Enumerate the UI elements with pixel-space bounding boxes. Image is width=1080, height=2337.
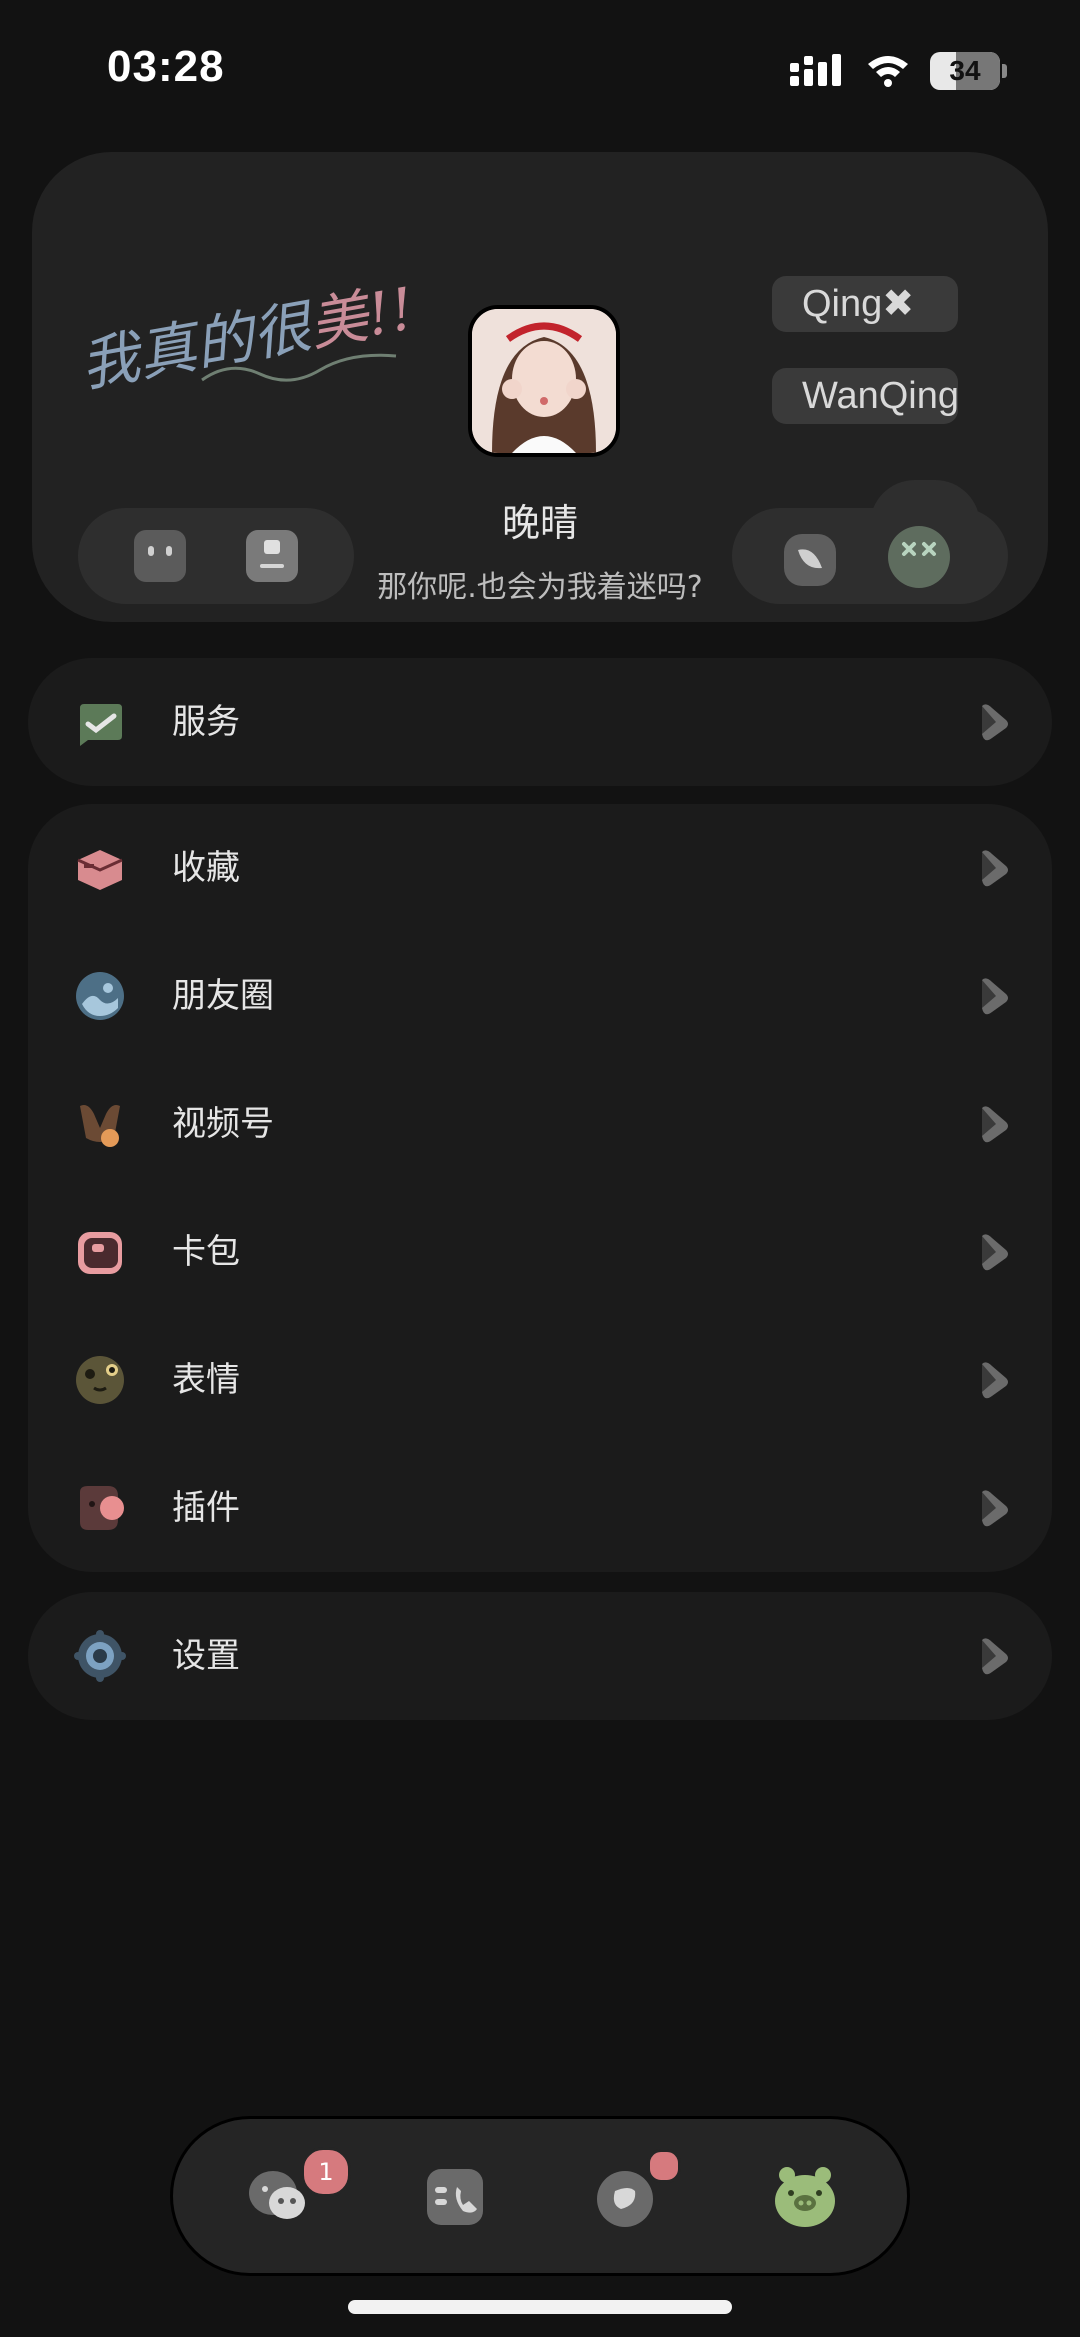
menu-item-label: 朋友圈 <box>172 976 274 1016</box>
box-icon <box>77 850 123 890</box>
cellular-signal-icon <box>790 54 841 86</box>
emoji-face-icon <box>76 1356 124 1404</box>
me-pig-icon[interactable] <box>773 2165 837 2229</box>
menu-item-wallet[interactable]: 卡包 <box>28 1188 1052 1316</box>
moments-icon <box>76 972 124 1020</box>
avatar-portrait <box>472 309 616 453</box>
profile-name: 晚晴 <box>501 501 578 545</box>
wifi-icon <box>868 56 908 87</box>
script-text-accent: 美!! <box>304 274 419 360</box>
menu-group-main: 收藏 朋友圈 视频号 卡包 表情 插件 <box>28 804 1052 1572</box>
home-indicator[interactable] <box>348 2300 732 2314</box>
menu-item-stickers[interactable]: 表情 <box>28 1316 1052 1444</box>
menu-item-favorites[interactable]: 收藏 <box>28 804 1052 932</box>
wallet-icon <box>78 1232 122 1274</box>
profile-avatar[interactable] <box>468 305 620 457</box>
check-chat-icon <box>80 704 122 746</box>
menu-item-service[interactable]: 服务 <box>28 658 1052 786</box>
menu-group-settings: 设置 <box>28 1592 1052 1720</box>
menu-item-label: 设置 <box>172 1636 240 1676</box>
status-time: 03:28 <box>107 42 225 91</box>
status-bar: 03:28 34 <box>0 0 1080 140</box>
chevron-right-icon <box>982 978 1008 1015</box>
menu-item-moments[interactable]: 朋友圈 <box>28 932 1052 1060</box>
battery-indicator: 34 <box>930 52 1008 90</box>
menu-item-plugins[interactable]: 插件 <box>28 1444 1052 1572</box>
menu-item-label: 服务 <box>172 702 240 742</box>
chevron-right-icon <box>982 1234 1008 1271</box>
battery-percent: 34 <box>949 55 981 86</box>
menu-item-label: 插件 <box>172 1488 240 1528</box>
menu-group-service: 服务 <box>28 658 1052 786</box>
menu-item-label: 表情 <box>172 1360 240 1400</box>
chevron-right-icon <box>982 1638 1008 1675</box>
plugin-icon <box>80 1486 124 1530</box>
profile-tag-wanqing[interactable]: WanQing <box>772 368 959 424</box>
menu-item-label: 视频号 <box>172 1104 274 1144</box>
menu-item-label: 卡包 <box>172 1232 240 1272</box>
chevron-right-icon <box>982 1106 1008 1143</box>
settings-gear-icon <box>74 1630 126 1682</box>
chevron-right-icon <box>982 1362 1008 1399</box>
squiggle-decoration <box>201 353 397 382</box>
menu-item-settings[interactable]: 设置 <box>28 1592 1052 1720</box>
profile-signature: 那你呢.也会为我着迷吗? <box>377 570 703 605</box>
chevron-right-icon <box>982 704 1008 741</box>
profile-tag-qing[interactable]: Qing✖ <box>772 276 958 332</box>
menu-item-label: 收藏 <box>172 848 240 888</box>
contacts-icon[interactable] <box>423 2165 487 2229</box>
discover-notification-dot <box>647 2149 681 2183</box>
chevron-right-icon <box>982 1490 1008 1527</box>
chats-unread-badge: 1 <box>301 2147 351 2197</box>
channels-icon <box>80 1105 120 1147</box>
menu-item-channels[interactable]: 视频号 <box>28 1060 1052 1188</box>
bottom-tab-bar: 1 <box>170 2116 910 2276</box>
chevron-right-icon <box>982 850 1008 887</box>
